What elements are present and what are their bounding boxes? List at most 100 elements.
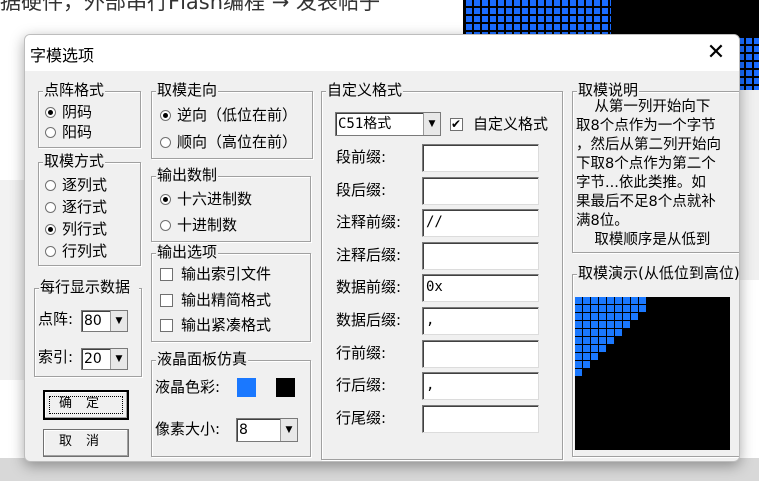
custom-field-input[interactable] xyxy=(422,241,539,270)
lcd-simulation-title: 液晶面板仿真 xyxy=(156,350,249,368)
checkbox-output-index-file[interactable]: 输出索引文件 xyxy=(160,264,271,284)
demo-pixel xyxy=(623,305,630,312)
dialog-title: 字模选项 xyxy=(30,46,95,65)
demo-pixel xyxy=(575,329,582,336)
demo-pixel xyxy=(639,305,646,312)
custom-field-input[interactable] xyxy=(422,144,539,172)
radio-row-wise[interactable]: 逐行式 xyxy=(45,197,107,217)
demo-pixel xyxy=(599,297,606,304)
custom-field-input[interactable]: 0x xyxy=(422,274,539,303)
dot-matrix-label: 点阵: xyxy=(38,310,74,328)
custom-field-input[interactable] xyxy=(422,404,539,433)
background-left-panel xyxy=(0,180,25,380)
chevron-down-icon[interactable]: ▼ xyxy=(110,349,127,369)
demo-pixel xyxy=(599,313,606,320)
description-line: 果最后不足8个点就补 xyxy=(576,194,716,210)
demo-lcd-canvas xyxy=(575,297,730,450)
output-options-group: 输出选项 输出索引文件 输出精简格式 输出紧凑格式 xyxy=(151,243,311,342)
custom-field-label: 注释后缀: xyxy=(336,245,402,264)
radio-indicator[interactable] xyxy=(160,220,171,231)
checkbox-output-compact[interactable]: 输出紧凑格式 xyxy=(160,315,306,335)
demo-group: 取模演示(从低位到高位) xyxy=(572,264,739,457)
format-select[interactable]: C51格式 ▼ xyxy=(335,112,441,136)
radio-column-row[interactable]: 列行式 xyxy=(45,219,107,239)
radio-indicator[interactable] xyxy=(45,246,56,257)
number-base-group: 输出数制 十六进制数 十进制数 xyxy=(151,166,311,242)
radio-indicator[interactable] xyxy=(45,224,56,235)
demo-pixel xyxy=(599,305,606,312)
per-line-title: 每行显示数据 xyxy=(39,278,139,296)
radio-indicator[interactable] xyxy=(160,194,171,205)
pixel-size-select[interactable]: 8 ▼ xyxy=(236,418,298,442)
demo-pixel xyxy=(591,337,598,344)
chevron-down-icon[interactable]: ▼ xyxy=(423,113,440,135)
demo-pixel xyxy=(599,329,606,336)
checkbox-box[interactable] xyxy=(160,268,173,281)
custom-field-label: 行尾缀: xyxy=(336,408,387,427)
dialog-titlebar[interactable]: 字模选项 ✕ xyxy=(25,35,739,71)
demo-pixel xyxy=(615,329,622,336)
radio-column-wise[interactable]: 逐列式 xyxy=(45,175,107,195)
description-group: 取模说明 从第一列开始向下 取8个点作为一个字节 ，然后从第二列开始向 下取8个点作为… xyxy=(572,81,739,253)
ok-button[interactable]: 确定 xyxy=(43,390,129,420)
custom-field-input[interactable] xyxy=(422,176,539,205)
direction-title: 取模走向 xyxy=(156,81,219,99)
radio-indicator[interactable] xyxy=(45,180,56,191)
custom-field-label: 段前缀: xyxy=(336,148,387,166)
lcd-foreground-color-swatch[interactable] xyxy=(237,378,256,397)
chevron-down-icon[interactable]: ▼ xyxy=(110,311,127,331)
checkbox-box[interactable] xyxy=(160,319,173,332)
custom-field-input[interactable]: , xyxy=(422,372,539,401)
radio-indicator[interactable] xyxy=(45,202,56,213)
custom-field-label: 数据后缀: xyxy=(336,311,402,329)
demo-pixel xyxy=(631,297,638,304)
description-line: 下取8个点作为第二个 xyxy=(576,156,716,172)
demo-pixel xyxy=(575,337,582,344)
radio-forward-msb-first[interactable]: 顺向（高位在前） xyxy=(160,132,310,152)
radio-positive-code[interactable]: 阳码 xyxy=(45,122,92,142)
demo-pixel xyxy=(575,361,582,368)
output-options-title: 输出选项 xyxy=(156,243,219,261)
demo-pixel xyxy=(631,313,638,320)
demo-pixel xyxy=(631,305,638,312)
demo-pixel xyxy=(599,345,606,352)
radio-indicator[interactable] xyxy=(160,137,171,148)
checkbox-output-simplified[interactable]: 输出精简格式 xyxy=(160,290,271,310)
description-line: 取8个点作为一个字节 xyxy=(576,118,716,134)
demo-pixel xyxy=(583,305,590,312)
background-page-text: 据硬件，外部串行Flash编程 → 发表帖子 xyxy=(0,0,380,14)
index-select[interactable]: 20 ▼ xyxy=(81,348,128,370)
radio-decimal[interactable]: 十进制数 xyxy=(160,215,237,235)
custom-field-input[interactable] xyxy=(422,339,539,368)
lcd-color-label: 液晶色彩: xyxy=(155,378,221,396)
custom-field-label: 数据前缀: xyxy=(336,278,402,297)
matrix-format-title: 点阵格式 xyxy=(43,81,106,99)
radio-row-column[interactable]: 行列式 xyxy=(45,241,107,261)
chevron-down-icon[interactable]: ▼ xyxy=(280,419,297,441)
checkbox-box[interactable] xyxy=(450,116,463,132)
checkbox-box[interactable] xyxy=(160,294,173,307)
radio-reverse-lsb-first[interactable]: 逆向（低位在前） xyxy=(160,105,310,125)
custom-format-group: 自定义格式 C51格式 ▼ 自定义格式 段前缀: 段后缀: 注释前缀: // 注释后缀:… xyxy=(321,81,563,460)
custom-field-input[interactable]: // xyxy=(422,209,539,238)
dot-matrix-select[interactable]: 80 ▼ xyxy=(81,310,128,332)
font-options-dialog: 字模选项 ✕ 点阵格式 阴码 阳码 取模方式 逐列式 逐行式 列行式 行列式 每… xyxy=(24,34,740,462)
lcd-background-color-swatch[interactable] xyxy=(276,378,295,397)
close-button[interactable]: ✕ xyxy=(693,35,739,71)
cancel-button[interactable]: 取消 xyxy=(43,429,129,457)
demo-pixel xyxy=(607,329,614,336)
direction-group: 取模走向 逆向（低位在前） 顺向（高位在前） xyxy=(151,81,313,159)
demo-pixel xyxy=(591,329,598,336)
radio-indicator[interactable] xyxy=(45,127,56,138)
custom-format-title: 自定义格式 xyxy=(326,81,404,99)
demo-pixel xyxy=(607,337,614,344)
demo-pixel xyxy=(583,313,590,320)
demo-pixel xyxy=(591,345,598,352)
radio-indicator[interactable] xyxy=(45,107,56,118)
demo-pixel xyxy=(599,321,606,328)
radio-indicator[interactable] xyxy=(160,110,171,121)
custom-field-input[interactable]: , xyxy=(422,307,539,335)
checkbox-custom-format[interactable]: 自定义格式 xyxy=(450,114,554,134)
radio-hexadecimal[interactable]: 十六进制数 xyxy=(160,189,252,209)
radio-negative-code[interactable]: 阴码 xyxy=(45,102,92,122)
